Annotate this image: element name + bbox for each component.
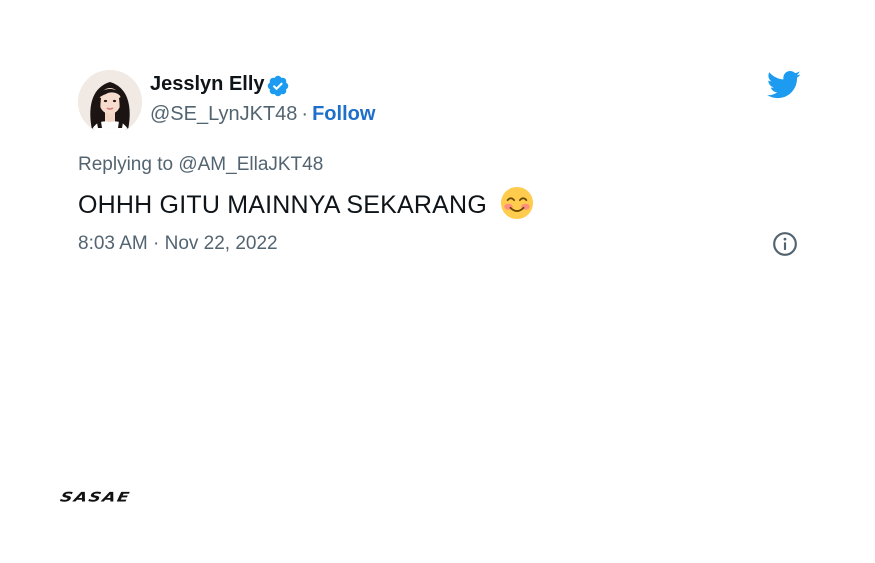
twitter-bird-icon[interactable] <box>767 70 801 100</box>
separator-dot: · <box>301 103 309 125</box>
avatar[interactable] <box>78 70 142 134</box>
follow-button[interactable]: Follow <box>312 103 375 125</box>
handle-row: @SE_LynJKT48 · Follow <box>150 103 375 126</box>
smiling-face-with-smiling-eyes-icon <box>501 186 534 220</box>
display-name[interactable]: Jesslyn Elly <box>150 73 265 96</box>
replying-to-label: Replying to <box>78 154 179 175</box>
tweet-timestamp[interactable]: 8:03 AM · Nov 22, 2022 <box>78 233 278 255</box>
user-handle[interactable]: @SE_LynJKT48 <box>150 103 297 125</box>
tweet-text: OHHH GITU MAINNYA SEKARANG <box>78 191 487 219</box>
watermark-logo: SASAE <box>58 490 132 506</box>
tweet-card: Jesslyn Elly @SE_LynJKT48 · Follow Replyin… <box>0 0 875 563</box>
verified-badge-icon <box>267 75 289 97</box>
reply-target-handle[interactable]: @AM_EllaJKT48 <box>178 154 323 175</box>
info-icon[interactable] <box>772 231 798 257</box>
tweet-text-row: OHHH GITU MAINNYA SEKARANG <box>78 186 534 220</box>
replying-to: Replying to @AM_EllaJKT48 <box>78 154 323 176</box>
